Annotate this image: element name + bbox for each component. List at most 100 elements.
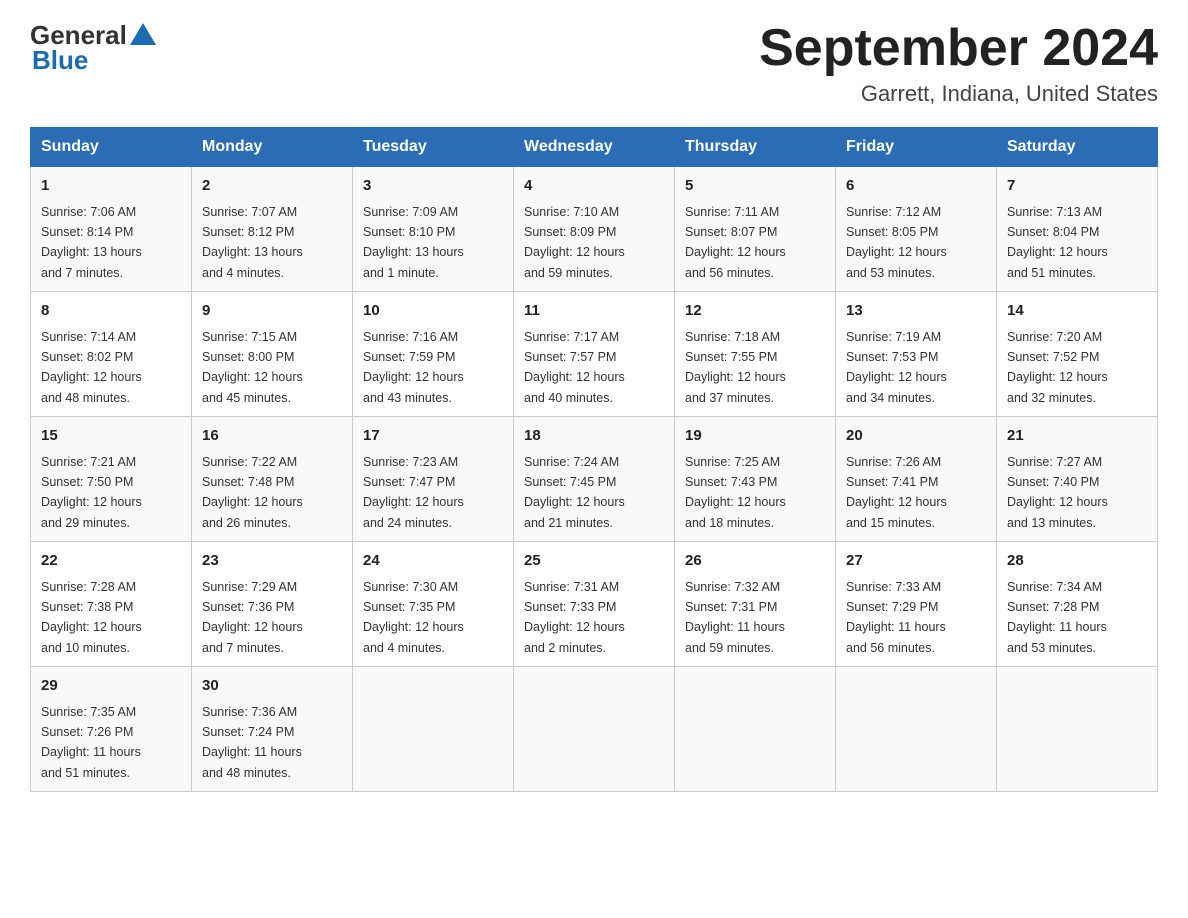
day-number: 10 [363,300,503,323]
day-info: Sunrise: 7:33 AM Sunset: 7:29 PM Dayligh… [846,580,946,655]
day-info: Sunrise: 7:29 AM Sunset: 7:36 PM Dayligh… [202,580,303,655]
calendar-day-15: 15 Sunrise: 7:21 AM Sunset: 7:50 PM Dayli… [31,417,192,542]
day-info: Sunrise: 7:24 AM Sunset: 7:45 PM Dayligh… [524,455,625,530]
col-header-friday: Friday [836,128,997,167]
calendar-day-8: 8Sunrise: 7:14 AM Sunset: 8:02 PM Daylig… [31,292,192,417]
day-info: Sunrise: 7:19 AM Sunset: 7:53 PM Dayligh… [846,330,947,405]
day-info: Sunrise: 7:13 AM Sunset: 8:04 PM Dayligh… [1007,205,1108,280]
day-info: Sunrise: 7:11 AM Sunset: 8:07 PM Dayligh… [685,205,786,280]
day-info: Sunrise: 7:14 AM Sunset: 8:02 PM Dayligh… [41,330,142,405]
day-number: 18 [524,425,664,448]
day-info: Sunrise: 7:32 AM Sunset: 7:31 PM Dayligh… [685,580,785,655]
calendar-day-6: 6 Sunrise: 7:12 AM Sunset: 8:05 PM Daylig… [836,167,997,292]
day-number: 13 [846,300,986,323]
day-info: Sunrise: 7:17 AM Sunset: 7:57 PM Dayligh… [524,330,625,405]
calendar-day-empty [514,667,675,792]
calendar-day-25: 25 Sunrise: 7:31 AM Sunset: 7:33 PM Dayli… [514,542,675,667]
col-header-sunday: Sunday [31,128,192,167]
day-number: 5 [685,175,825,198]
day-number: 15 [41,425,181,448]
calendar-day-23: 23 Sunrise: 7:29 AM Sunset: 7:36 PM Dayli… [192,542,353,667]
day-number: 16 [202,425,342,448]
day-info: Sunrise: 7:21 AM Sunset: 7:50 PM Dayligh… [41,455,142,530]
day-number: 30 [202,675,342,698]
calendar-day-19: 19 Sunrise: 7:25 AM Sunset: 7:43 PM Dayli… [675,417,836,542]
calendar-day-20: 20 Sunrise: 7:26 AM Sunset: 7:41 PM Dayli… [836,417,997,542]
col-header-tuesday: Tuesday [353,128,514,167]
calendar-week-row: 8Sunrise: 7:14 AM Sunset: 8:02 PM Daylig… [31,292,1158,417]
day-info: Sunrise: 7:12 AM Sunset: 8:05 PM Dayligh… [846,205,947,280]
day-info: Sunrise: 7:16 AM Sunset: 7:59 PM Dayligh… [363,330,464,405]
title-section: September 2024 Garrett, Indiana, United … [759,20,1158,107]
calendar-day-5: 5 Sunrise: 7:11 AM Sunset: 8:07 PM Daylig… [675,167,836,292]
day-info: Sunrise: 7:10 AM Sunset: 8:09 PM Dayligh… [524,205,625,280]
day-number: 1 [41,175,181,198]
calendar-week-row: 29 Sunrise: 7:35 AM Sunset: 7:26 PM Dayli… [31,667,1158,792]
day-info: Sunrise: 7:07 AM Sunset: 8:12 PM Dayligh… [202,205,303,280]
day-number: 6 [846,175,986,198]
calendar-day-4: 4Sunrise: 7:10 AM Sunset: 8:09 PM Daylig… [514,167,675,292]
col-header-saturday: Saturday [997,128,1158,167]
calendar-day-2: 2Sunrise: 7:07 AM Sunset: 8:12 PM Daylig… [192,167,353,292]
calendar-week-row: 15 Sunrise: 7:21 AM Sunset: 7:50 PM Dayli… [31,417,1158,542]
calendar-day-22: 22Sunrise: 7:28 AM Sunset: 7:38 PM Dayli… [31,542,192,667]
day-number: 29 [41,675,181,698]
day-info: Sunrise: 7:34 AM Sunset: 7:28 PM Dayligh… [1007,580,1107,655]
day-info: Sunrise: 7:35 AM Sunset: 7:26 PM Dayligh… [41,705,141,780]
calendar-header-row: SundayMondayTuesdayWednesdayThursdayFrid… [31,128,1158,167]
day-info: Sunrise: 7:27 AM Sunset: 7:40 PM Dayligh… [1007,455,1108,530]
col-header-wednesday: Wednesday [514,128,675,167]
logo: General Blue [30,20,156,76]
day-number: 12 [685,300,825,323]
day-info: Sunrise: 7:09 AM Sunset: 8:10 PM Dayligh… [363,205,464,280]
day-info: Sunrise: 7:26 AM Sunset: 7:41 PM Dayligh… [846,455,947,530]
calendar-day-11: 11 Sunrise: 7:17 AM Sunset: 7:57 PM Dayli… [514,292,675,417]
day-info: Sunrise: 7:20 AM Sunset: 7:52 PM Dayligh… [1007,330,1108,405]
calendar-day-24: 24 Sunrise: 7:30 AM Sunset: 7:35 PM Dayli… [353,542,514,667]
day-number: 20 [846,425,986,448]
day-number: 11 [524,300,664,323]
calendar-day-empty [675,667,836,792]
day-number: 24 [363,550,503,573]
day-number: 19 [685,425,825,448]
calendar-day-empty [836,667,997,792]
calendar-day-16: 16 Sunrise: 7:22 AM Sunset: 7:48 PM Dayli… [192,417,353,542]
day-number: 23 [202,550,342,573]
calendar-day-29: 29 Sunrise: 7:35 AM Sunset: 7:26 PM Dayli… [31,667,192,792]
calendar-day-9: 9Sunrise: 7:15 AM Sunset: 8:00 PM Daylig… [192,292,353,417]
day-number: 9 [202,300,342,323]
calendar-day-empty [997,667,1158,792]
calendar-day-17: 17Sunrise: 7:23 AM Sunset: 7:47 PM Dayli… [353,417,514,542]
calendar-day-13: 13 Sunrise: 7:19 AM Sunset: 7:53 PM Dayli… [836,292,997,417]
calendar-day-27: 27 Sunrise: 7:33 AM Sunset: 7:29 PM Dayli… [836,542,997,667]
day-info: Sunrise: 7:23 AM Sunset: 7:47 PM Dayligh… [363,455,464,530]
month-title: September 2024 [759,20,1158,77]
day-number: 28 [1007,550,1147,573]
day-info: Sunrise: 7:28 AM Sunset: 7:38 PM Dayligh… [41,580,142,655]
location-title: Garrett, Indiana, United States [759,81,1158,107]
calendar-day-26: 26Sunrise: 7:32 AM Sunset: 7:31 PM Dayli… [675,542,836,667]
calendar-day-empty [353,667,514,792]
day-number: 27 [846,550,986,573]
day-number: 21 [1007,425,1147,448]
day-number: 7 [1007,175,1147,198]
calendar-table: SundayMondayTuesdayWednesdayThursdayFrid… [30,127,1158,792]
day-info: Sunrise: 7:36 AM Sunset: 7:24 PM Dayligh… [202,705,302,780]
col-header-thursday: Thursday [675,128,836,167]
calendar-day-3: 3 Sunrise: 7:09 AM Sunset: 8:10 PM Daylig… [353,167,514,292]
calendar-day-30: 30 Sunrise: 7:36 AM Sunset: 7:24 PM Dayli… [192,667,353,792]
calendar-day-10: 10 Sunrise: 7:16 AM Sunset: 7:59 PM Dayli… [353,292,514,417]
logo-triangle-icon [130,21,156,47]
col-header-monday: Monday [192,128,353,167]
day-info: Sunrise: 7:22 AM Sunset: 7:48 PM Dayligh… [202,455,303,530]
calendar-day-21: 21 Sunrise: 7:27 AM Sunset: 7:40 PM Dayli… [997,417,1158,542]
day-info: Sunrise: 7:06 AM Sunset: 8:14 PM Dayligh… [41,205,142,280]
day-number: 3 [363,175,503,198]
calendar-day-18: 18 Sunrise: 7:24 AM Sunset: 7:45 PM Dayli… [514,417,675,542]
day-info: Sunrise: 7:25 AM Sunset: 7:43 PM Dayligh… [685,455,786,530]
day-info: Sunrise: 7:30 AM Sunset: 7:35 PM Dayligh… [363,580,464,655]
day-info: Sunrise: 7:31 AM Sunset: 7:33 PM Dayligh… [524,580,625,655]
page-header: General Blue September 2024 Garrett, Ind… [30,20,1158,107]
day-number: 25 [524,550,664,573]
calendar-day-14: 14Sunrise: 7:20 AM Sunset: 7:52 PM Dayli… [997,292,1158,417]
